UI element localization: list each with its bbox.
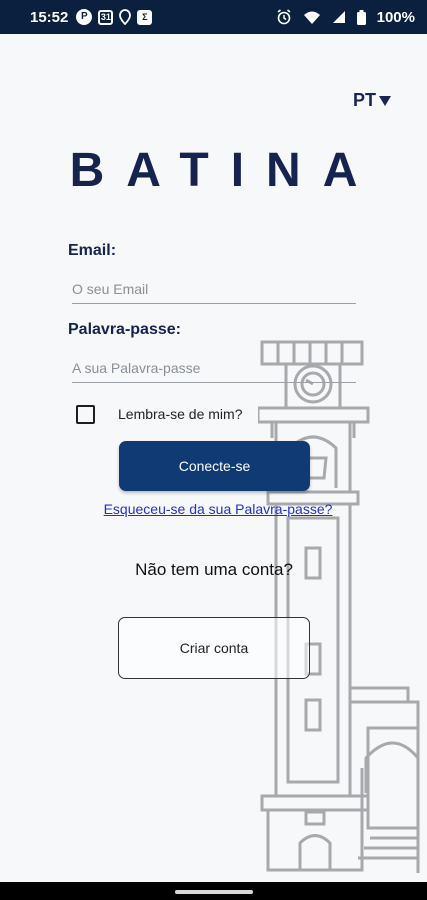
create-account-label: Criar conta: [179, 640, 249, 656]
password-label: Palavra-passe:: [68, 321, 181, 338]
sigma-app-icon: Σ: [137, 9, 153, 25]
remember-me-checkbox[interactable]: [76, 405, 95, 424]
clock-tower-illustration: [258, 340, 420, 873]
battery-icon: [356, 9, 366, 25]
language-selector[interactable]: PT: [353, 90, 392, 111]
login-button-label: Conecte-se: [178, 458, 251, 474]
navigation-bar: [0, 882, 427, 900]
wifi-icon: [303, 10, 321, 25]
calendar-icon: 31: [98, 9, 114, 25]
language-label: PT: [352, 90, 376, 110]
status-bar: 15:52 P 31 Σ 100%: [0, 0, 427, 34]
alarm-icon: [276, 9, 292, 25]
create-account-button[interactable]: Criar conta: [118, 617, 310, 679]
no-account-prompt: Não tem uma conta?: [135, 560, 293, 579]
signal-icon: [332, 10, 346, 24]
email-field[interactable]: [72, 275, 356, 304]
remember-me-label[interactable]: Lembra-se de mim?: [118, 406, 243, 422]
password-field[interactable]: [72, 354, 356, 383]
caret-down-icon: [379, 95, 391, 106]
home-gesture-handle[interactable]: [175, 890, 253, 894]
login-button[interactable]: Conecte-se: [119, 441, 310, 491]
pinterest-icon: P: [76, 9, 93, 25]
email-label: Email:: [68, 242, 117, 259]
status-time: 15:52: [30, 8, 69, 26]
battery-percentage: 100%: [376, 8, 415, 26]
forgot-password-link[interactable]: Esqueceu-se da sua Palavra-passe?: [0, 501, 427, 517]
app-logo: BATINA: [69, 144, 380, 197]
location-icon: [119, 9, 132, 25]
